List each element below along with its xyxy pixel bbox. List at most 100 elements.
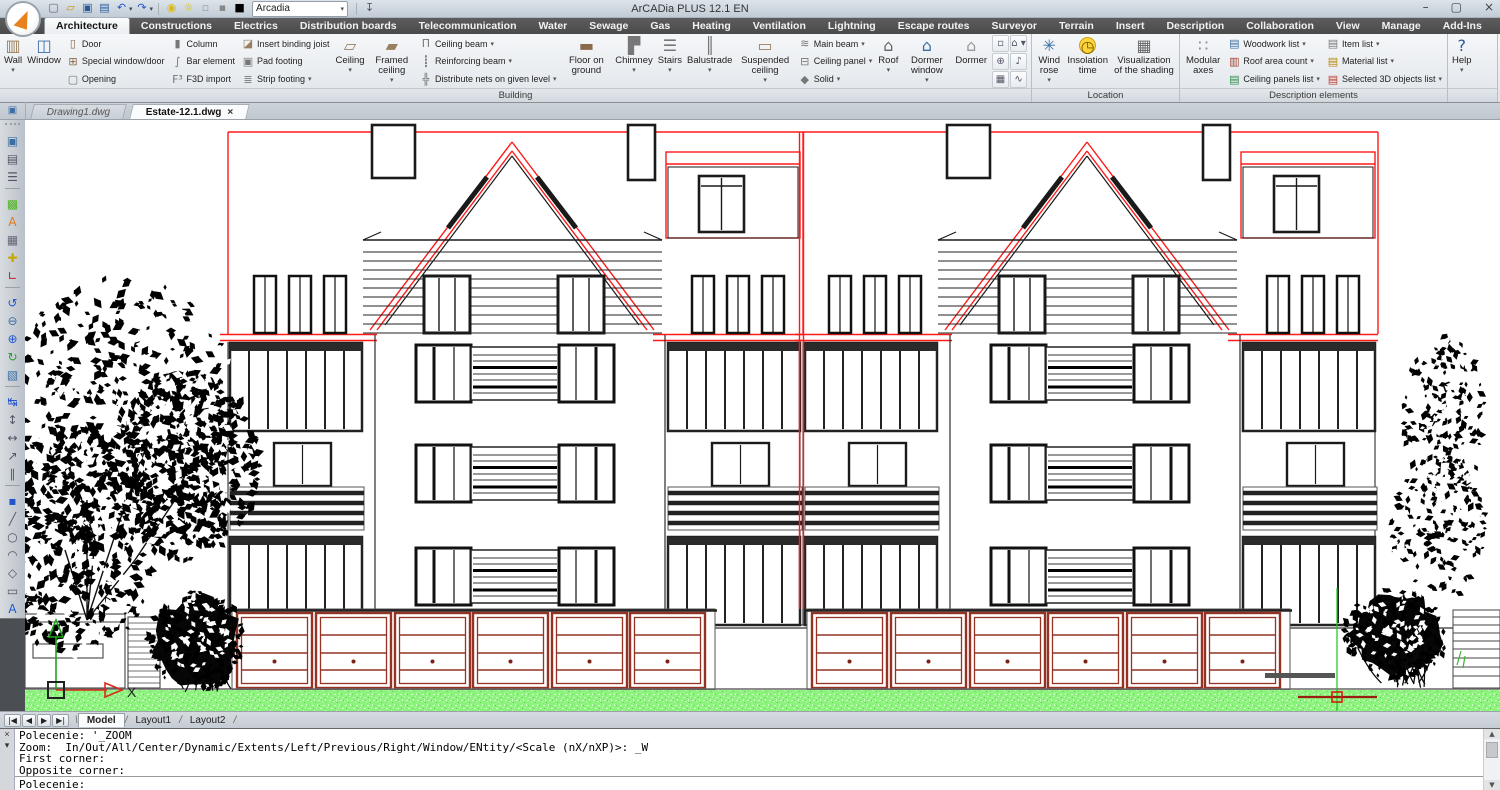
- layout-tab-layout2[interactable]: Layout2: [182, 714, 234, 727]
- help-button[interactable]: ?Help▾: [1450, 35, 1474, 88]
- menu-tab-architecture[interactable]: Architecture: [44, 17, 130, 34]
- curve-tool-icon[interactable]: ∿ ▾: [1010, 71, 1027, 88]
- stairs-button[interactable]: ☰Stairs▾: [656, 35, 684, 88]
- arc-icon[interactable]: ◠: [3, 546, 22, 564]
- menu-tab-gas[interactable]: Gas: [639, 18, 681, 34]
- sheet-nav-1[interactable]: ◀: [22, 714, 36, 727]
- dropdown-icon[interactable]: ▾: [632, 66, 636, 76]
- dropdown-icon[interactable]: ▾: [925, 76, 929, 86]
- zoom-extents-icon[interactable]: ⊕: [3, 330, 22, 348]
- opening-button[interactable]: ▢Opening: [66, 71, 166, 87]
- insolation-time-button[interactable]: ◷Insolation time: [1065, 35, 1110, 88]
- dropdown-icon[interactable]: ▾: [1376, 40, 1380, 48]
- chip-tool-icon[interactable]: ▦: [992, 71, 1009, 88]
- dropdown-icon[interactable]: ▾: [553, 75, 557, 83]
- roof-area-count-button[interactable]: ▥Roof area count▾: [1227, 53, 1321, 69]
- dim-style-icon[interactable]: ↹: [3, 393, 22, 411]
- menu-tab-sewage[interactable]: Sewage: [578, 18, 639, 34]
- command-close-icon[interactable]: ×: [4, 729, 9, 740]
- viewport-icon[interactable]: ▣: [0, 102, 26, 119]
- color-swatch-icon[interactable]: ■: [232, 1, 247, 16]
- dropdown-icon[interactable]: ▾: [668, 66, 672, 76]
- selected-3d-objects-list-button[interactable]: ▤Selected 3D objects list▾: [1326, 71, 1443, 87]
- regen-icon[interactable]: ↺: [3, 294, 22, 312]
- suspended-ceiling-button[interactable]: ▭Suspended ceiling▾: [735, 35, 794, 88]
- strip-footing-button[interactable]: ≣Strip footing▾: [241, 71, 331, 87]
- command-input[interactable]: Polecenie:: [15, 776, 1483, 790]
- dropdown-icon[interactable]: ▾: [1302, 40, 1306, 48]
- dropdown-icon[interactable]: ▾: [11, 66, 15, 76]
- menu-tab-view[interactable]: View: [1325, 18, 1371, 34]
- render-bulb-icon[interactable]: ◉: [164, 1, 179, 16]
- floor-on-ground-button[interactable]: ▬Floor on ground: [561, 35, 613, 88]
- visualization-of-the-shading-button[interactable]: ▦Visualization of the shading: [1111, 35, 1177, 88]
- menu-tab-insert[interactable]: Insert: [1105, 18, 1156, 34]
- dim-aligned-icon[interactable]: ↗: [3, 447, 22, 465]
- scroll-thumb[interactable]: [1486, 742, 1498, 758]
- sheet-nav-2[interactable]: ▶: [37, 714, 51, 727]
- view-3d-icon[interactable]: ▧: [3, 366, 22, 384]
- dropdown-icon[interactable]: ▾: [763, 76, 767, 86]
- pad-footing-button[interactable]: ▣Pad footing: [241, 53, 331, 69]
- scroll-up-icon[interactable]: ▲: [1484, 729, 1500, 739]
- redo-dropdown-icon[interactable]: ▾: [150, 5, 154, 13]
- woodwork-list-button[interactable]: ▤Woodwork list▾: [1227, 36, 1321, 52]
- profile-selector[interactable]: Arcadia▾: [252, 1, 348, 17]
- menu-tab-escape-routes[interactable]: Escape routes: [887, 18, 981, 34]
- object-list-icon[interactable]: ☰: [3, 168, 22, 186]
- orbit-3d-icon[interactable]: ↻: [3, 348, 22, 366]
- menu-tab-collaboration[interactable]: Collaboration: [1235, 18, 1325, 34]
- grid-icon[interactable]: ▦: [3, 231, 22, 249]
- polygon-icon[interactable]: ◇: [3, 564, 22, 582]
- dropdown-icon[interactable]: ▾: [1316, 75, 1320, 83]
- layout-tab-model[interactable]: Model: [78, 713, 125, 727]
- menu-tab-add-ins[interactable]: Add-Ins: [1432, 18, 1493, 34]
- dropdown-icon[interactable]: ▾: [1390, 57, 1394, 65]
- dropdown-icon[interactable]: ▾: [1460, 66, 1464, 76]
- dropdown-icon[interactable]: ▾: [308, 75, 312, 83]
- dropdown-icon[interactable]: ▾: [869, 57, 873, 65]
- menu-tab-terrain[interactable]: Terrain: [1048, 18, 1105, 34]
- dropdown-icon[interactable]: ▾: [1310, 57, 1314, 65]
- preview-icon[interactable]: ▩: [3, 195, 22, 213]
- insert-binding-joist-button[interactable]: ◪Insert binding joist: [241, 36, 331, 52]
- save-all-icon[interactable]: ▤: [97, 1, 112, 16]
- layout-tab-layout1[interactable]: Layout1: [127, 714, 179, 727]
- special-window-door-button[interactable]: ⊞Special window/door: [66, 53, 166, 69]
- save-icon[interactable]: ▣: [80, 1, 95, 16]
- menu-tab-surveyor[interactable]: Surveyor: [980, 18, 1048, 34]
- column-button[interactable]: ▮Column: [170, 36, 236, 52]
- tab-close-icon[interactable]: ×: [228, 107, 234, 118]
- dropdown-icon[interactable]: ▾: [490, 40, 494, 48]
- frame-gray-icon[interactable]: ▫: [198, 1, 213, 16]
- new-view-icon[interactable]: ▣: [3, 132, 22, 150]
- menu-tab-heating[interactable]: Heating: [681, 18, 742, 34]
- zoom-out-icon[interactable]: ⊖: [3, 312, 22, 330]
- offset-icon[interactable]: ∥: [3, 465, 22, 483]
- minimize-button[interactable]: –: [1423, 0, 1429, 14]
- dropdown-icon[interactable]: ▾: [1438, 75, 1442, 83]
- ceiling-panels-list-button[interactable]: ▤Ceiling panels list▾: [1227, 71, 1321, 87]
- dropdown-icon[interactable]: ▾: [1047, 76, 1051, 86]
- anchor-tool-icon[interactable]: ⊕: [992, 53, 1009, 70]
- pin-icon[interactable]: ↧: [362, 1, 377, 16]
- frame-tool-icon[interactable]: ▫: [992, 35, 1009, 52]
- ceiling-panel-button[interactable]: ⊟Ceiling panel▾: [798, 53, 874, 69]
- command-history[interactable]: Polecenie: '_ZOOMZoom: In/Out/All/Center…: [15, 729, 1483, 790]
- dim-vertical-icon[interactable]: ↕: [3, 411, 22, 429]
- menu-tab-lightning[interactable]: Lightning: [817, 18, 887, 34]
- dropdown-icon[interactable]: ▾: [390, 76, 394, 86]
- ucs-axes-icon[interactable]: ∟: [3, 267, 22, 285]
- document-tab-estate-12-1-dwg[interactable]: Estate-12.1.dwg×: [130, 104, 251, 119]
- bar-element-button[interactable]: ∫Bar element: [170, 53, 236, 69]
- close-button[interactable]: ×: [1484, 0, 1494, 14]
- modular-axes-button[interactable]: ∷Modular axes: [1182, 35, 1224, 88]
- command-scrollbar[interactable]: ▲ ▼: [1483, 729, 1500, 790]
- dropdown-icon[interactable]: ▾: [708, 66, 712, 76]
- dim-horizontal-icon[interactable]: ↔: [3, 429, 22, 447]
- circle-icon[interactable]: ○: [3, 528, 22, 546]
- ceiling-button[interactable]: ▱Ceiling▾: [334, 35, 367, 88]
- text-style-icon[interactable]: A: [3, 213, 22, 231]
- wall-button[interactable]: ▥Wall▾: [2, 35, 24, 88]
- dormer-window-button[interactable]: ⌂Dormer window▾: [901, 35, 952, 88]
